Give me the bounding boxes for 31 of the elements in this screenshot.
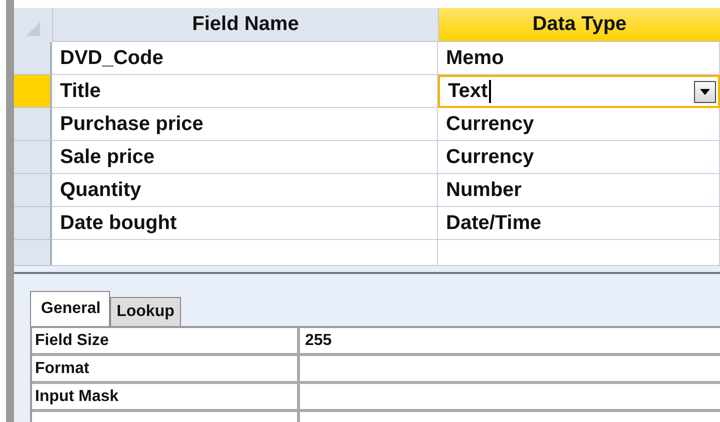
- property-value-field[interactable]: 255: [300, 328, 720, 353]
- row-selector[interactable]: [14, 207, 52, 240]
- data-type-cell: Memo: [438, 42, 720, 75]
- row-selector[interactable]: [14, 240, 52, 266]
- select-all-icon[interactable]: [26, 22, 40, 36]
- row-selector[interactable]: [14, 42, 52, 75]
- field-name-cell: Purchase price: [52, 108, 438, 141]
- data-type-cell: Currency: [438, 108, 720, 141]
- data-type-cell: Currency: [438, 141, 720, 174]
- row-selector[interactable]: [14, 108, 52, 141]
- row-selector[interactable]: [14, 75, 52, 108]
- caret-icon[interactable]: [694, 80, 716, 102]
- column-header[interactable]: Data Type: [438, 8, 720, 42]
- field-name-cell: Date bought: [52, 207, 438, 240]
- data-type-dropdown[interactable]: Text: [438, 75, 720, 108]
- property-name: Format: [32, 356, 300, 381]
- row-selector[interactable]: [14, 141, 52, 174]
- data-type-cell[interactable]: [438, 240, 720, 266]
- field-name-cell: DVD_Code: [52, 42, 438, 75]
- field-name-cell: Quantity: [52, 174, 438, 207]
- field-name-cell: Title: [52, 75, 438, 108]
- field-name-cell[interactable]: [52, 240, 438, 266]
- data-type-cell: Date/Time: [438, 207, 720, 240]
- tab[interactable]: Lookup: [110, 297, 182, 326]
- field-name-cell: Sale price: [52, 141, 438, 174]
- property-name: Field Size: [32, 328, 300, 353]
- property-name: Input Mask: [32, 384, 300, 409]
- row-selector[interactable]: [14, 174, 52, 207]
- data-type-cell: Number: [438, 174, 720, 207]
- column-header[interactable]: Field Name: [52, 8, 438, 42]
- tab[interactable]: General: [30, 291, 110, 326]
